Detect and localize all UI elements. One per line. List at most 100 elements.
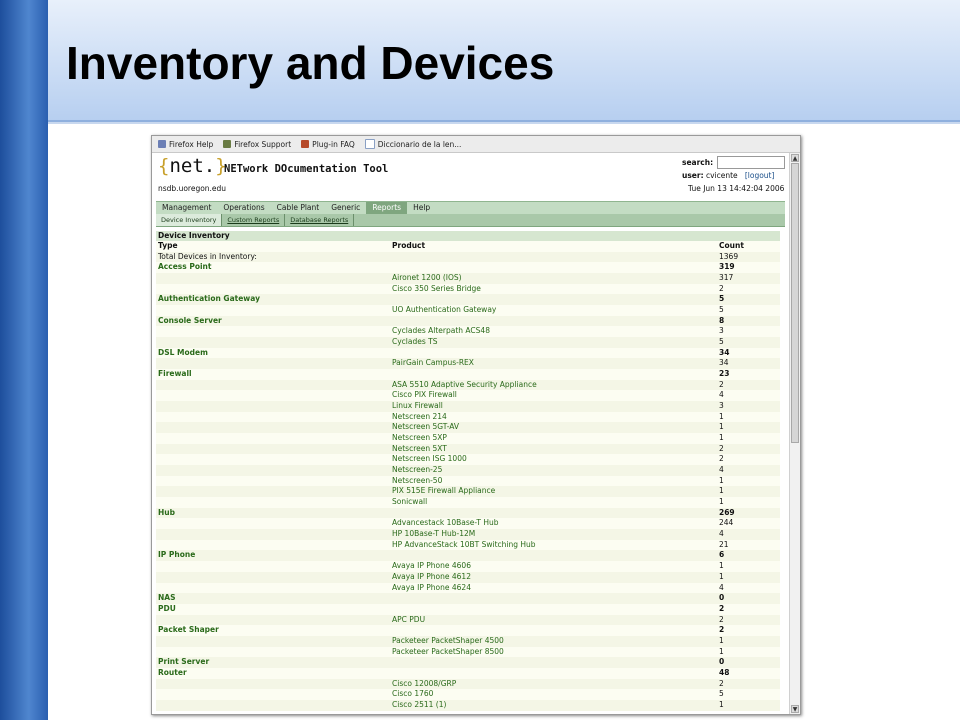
product-cell[interactable]: Netscreen 5XT <box>392 444 719 455</box>
vertical-scrollbar[interactable]: ▲ ▼ <box>789 153 800 714</box>
product-cell[interactable]: UO Authentication Gateway <box>392 305 719 316</box>
table-header-row: Type Product Count <box>156 241 780 252</box>
product-cell <box>392 262 719 273</box>
product-cell[interactable]: Netscreen ISG 1000 <box>392 454 719 465</box>
product-cell[interactable]: Aironet 1200 (IOS) <box>392 273 719 284</box>
count-cell: 319 <box>719 262 735 272</box>
count-cell: 1369 <box>719 251 739 261</box>
host-name: nsdb.uoregon.edu <box>158 184 227 193</box>
count-cell: 3 <box>719 326 724 336</box>
menu-generic[interactable]: Generic <box>325 202 366 214</box>
type-cell <box>156 465 392 476</box>
bookmark-plugin-faq[interactable]: Plug-in FAQ <box>301 140 355 149</box>
count-cell: 5 <box>719 294 725 304</box>
type-cell <box>156 422 392 433</box>
product-cell[interactable]: HP 10Base-T Hub-12M <box>392 529 719 540</box>
product-cell[interactable]: Avaya IP Phone 4606 <box>392 561 719 572</box>
product-cell[interactable]: Netscreen 5GT-AV <box>392 422 719 433</box>
product-cell[interactable]: Cyclades Alterpath ACS48 <box>392 326 719 337</box>
scroll-up-button[interactable]: ▲ <box>791 154 799 162</box>
scroll-thumb[interactable] <box>791 163 799 443</box>
count-cell: 2 <box>719 603 725 613</box>
product-row: HP 10Base-T Hub-12M 4 <box>156 529 780 540</box>
type-cell <box>156 433 392 444</box>
scroll-down-button[interactable]: ▼ <box>791 705 799 713</box>
type-cell[interactable]: NAS <box>156 593 392 604</box>
product-cell[interactable]: Cisco 12008/GRP <box>392 679 719 690</box>
product-cell[interactable]: Cisco 350 Series Bridge <box>392 284 719 295</box>
bookmark-firefox-help[interactable]: Firefox Help <box>158 140 213 149</box>
app-header: {net.} NETwork DOcumentation Tool nsdb.u… <box>152 153 790 199</box>
type-cell[interactable]: Hub <box>156 508 392 519</box>
product-cell[interactable]: PairGain Campus-REX <box>392 358 719 369</box>
menu-cable-plant[interactable]: Cable Plant <box>271 202 326 214</box>
type-cell[interactable]: DSL Modem <box>156 348 392 359</box>
tab-database-reports[interactable]: Database Reports <box>285 214 355 226</box>
product-cell[interactable]: Avaya IP Phone 4612 <box>392 572 719 583</box>
netdot-logo[interactable]: {net.} <box>158 155 227 177</box>
product-cell <box>392 625 719 636</box>
type-cell[interactable]: Print Server <box>156 657 392 668</box>
type-cell[interactable]: Router <box>156 668 392 679</box>
product-cell[interactable]: ASA 5510 Adaptive Security Appliance <box>392 380 719 391</box>
product-cell[interactable]: Netscreen 214 <box>392 412 719 423</box>
type-cell[interactable]: Access Point <box>156 262 392 273</box>
product-cell[interactable]: Cisco 1760 <box>392 689 719 700</box>
tab-device-inventory[interactable]: Device Inventory <box>156 214 223 226</box>
tab-custom-reports[interactable]: Custom Reports <box>222 214 286 226</box>
menu-help[interactable]: Help <box>407 202 436 214</box>
total-row: Total Devices in Inventory: 1369 <box>156 251 780 263</box>
count-cell: 2 <box>719 614 724 624</box>
product-row: PairGain Campus-REX 34 <box>156 358 780 370</box>
type-cell <box>156 497 392 508</box>
product-cell[interactable]: Cyclades TS <box>392 337 719 348</box>
count-cell: 1 <box>719 411 724 421</box>
type-row: Firewall 23 <box>156 369 780 380</box>
product-cell[interactable]: Packeteer PacketShaper 8500 <box>392 647 719 658</box>
product-row: Sonicwall 1 <box>156 497 780 508</box>
type-cell[interactable]: IP Phone <box>156 550 392 561</box>
product-cell[interactable]: Packeteer PacketShaper 4500 <box>392 636 719 647</box>
type-cell[interactable]: Packet Shaper <box>156 625 392 636</box>
product-row: Netscreen-25 4 <box>156 465 780 476</box>
main-menu: Management Operations Cable Plant Generi… <box>156 201 785 214</box>
type-cell[interactable]: Authentication Gateway <box>156 294 392 305</box>
type-cell <box>156 486 392 497</box>
type-cell[interactable]: Console Server <box>156 316 392 327</box>
type-cell[interactable]: Firewall <box>156 369 392 380</box>
product-row: Advancestack 10Base-T Hub 244 <box>156 518 780 530</box>
product-cell[interactable]: Linux Firewall <box>392 401 719 412</box>
product-cell[interactable]: Cisco 2511 (1) <box>392 700 719 711</box>
page-icon <box>364 139 375 149</box>
type-cell[interactable]: PDU <box>156 604 392 615</box>
product-cell[interactable]: APC PDU <box>392 615 719 626</box>
menu-operations[interactable]: Operations <box>217 202 270 214</box>
bookmark-diccionario[interactable]: Diccionario de la len... <box>364 139 461 149</box>
product-cell[interactable]: Advancestack 10Base-T Hub <box>392 518 719 529</box>
product-cell[interactable]: PIX 515E Firewall Appliance <box>392 486 719 497</box>
count-cell: 2 <box>719 625 725 635</box>
menu-management[interactable]: Management <box>156 202 217 214</box>
menu-reports[interactable]: Reports <box>366 202 408 214</box>
product-cell[interactable]: Netscreen-50 <box>392 476 719 487</box>
product-cell[interactable]: Cisco PIX Firewall <box>392 390 719 401</box>
product-cell[interactable]: Avaya IP Phone 4624 <box>392 583 719 594</box>
bookmark-firefox-support[interactable]: Firefox Support <box>223 140 291 149</box>
search-input[interactable] <box>717 156 785 169</box>
product-cell[interactable]: Sonicwall <box>392 497 719 508</box>
type-row: Access Point 319 <box>156 262 780 274</box>
firefox-support-icon <box>223 140 232 148</box>
product-cell[interactable]: Netscreen-25 <box>392 465 719 476</box>
product-row: Netscreen 214 1 <box>156 411 780 423</box>
column-header-count: Count <box>719 241 744 250</box>
count-cell: 317 <box>719 273 734 283</box>
type-row: PDU 2 <box>156 603 780 615</box>
type-cell <box>156 337 392 348</box>
product-cell[interactable]: HP AdvanceStack 10BT Switching Hub <box>392 540 719 551</box>
product-cell[interactable]: Netscreen 5XP <box>392 433 719 444</box>
type-cell <box>156 529 392 540</box>
logout-link[interactable]: [logout] <box>745 171 775 180</box>
count-cell: 1 <box>719 646 724 656</box>
column-header-product: Product <box>392 241 426 250</box>
type-cell <box>156 305 392 316</box>
